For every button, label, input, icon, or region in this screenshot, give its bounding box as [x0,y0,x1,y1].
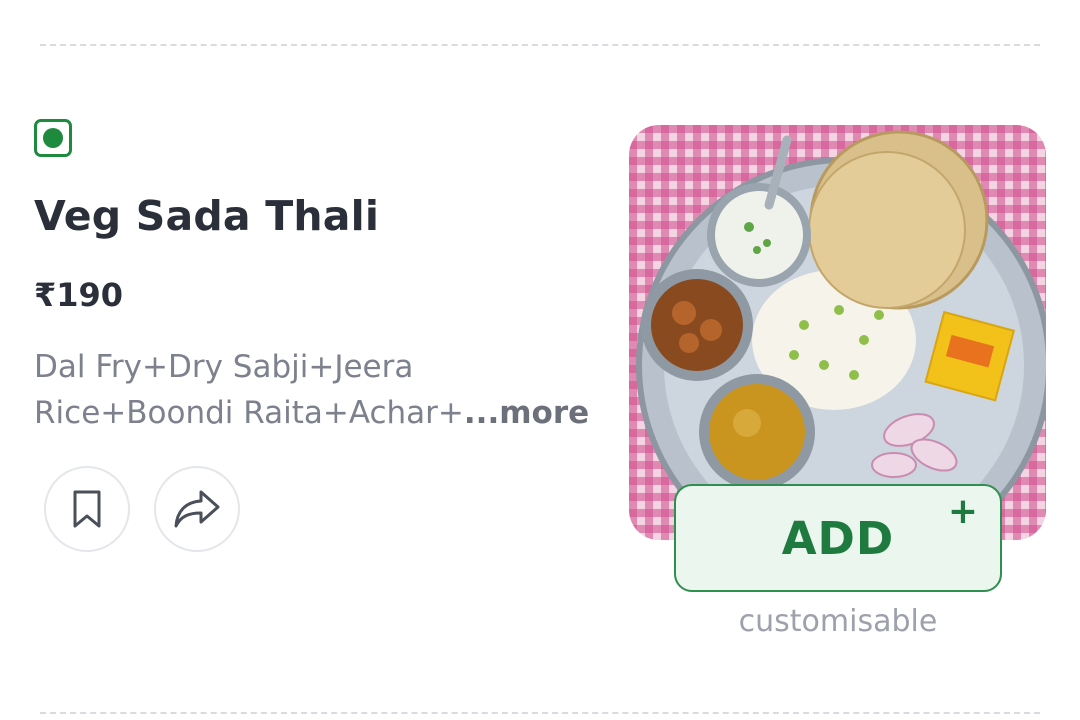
description-line-2-text: Rice+Boondi Raita+Achar+ [34,395,464,431]
description-line-2: Rice+Boondi Raita+Achar+...more [34,390,614,436]
dish-description: Dal Fry+Dry Sabji+Jeera Rice+Boondi Rait… [34,344,614,436]
customisable-note: customisable [738,604,938,639]
description-line-1: Dal Fry+Dry Sabji+Jeera [34,349,414,385]
veg-indicator-icon [34,119,72,157]
dish-name: Veg Sada Thali [34,192,380,240]
more-link[interactable]: ...more [464,395,589,431]
add-button[interactable]: ADD + [674,484,1002,592]
bookmark-button[interactable] [44,466,130,552]
thali-illustration [629,125,1046,540]
add-button-label: ADD [781,511,895,565]
share-icon [174,490,220,528]
bottom-divider [40,712,1040,714]
dish-image[interactable] [629,125,1046,540]
top-divider [40,44,1040,46]
bookmark-icon [73,490,101,528]
add-plus-icon: + [947,491,978,532]
dish-price: ₹190 [34,276,124,314]
share-button[interactable] [154,466,240,552]
